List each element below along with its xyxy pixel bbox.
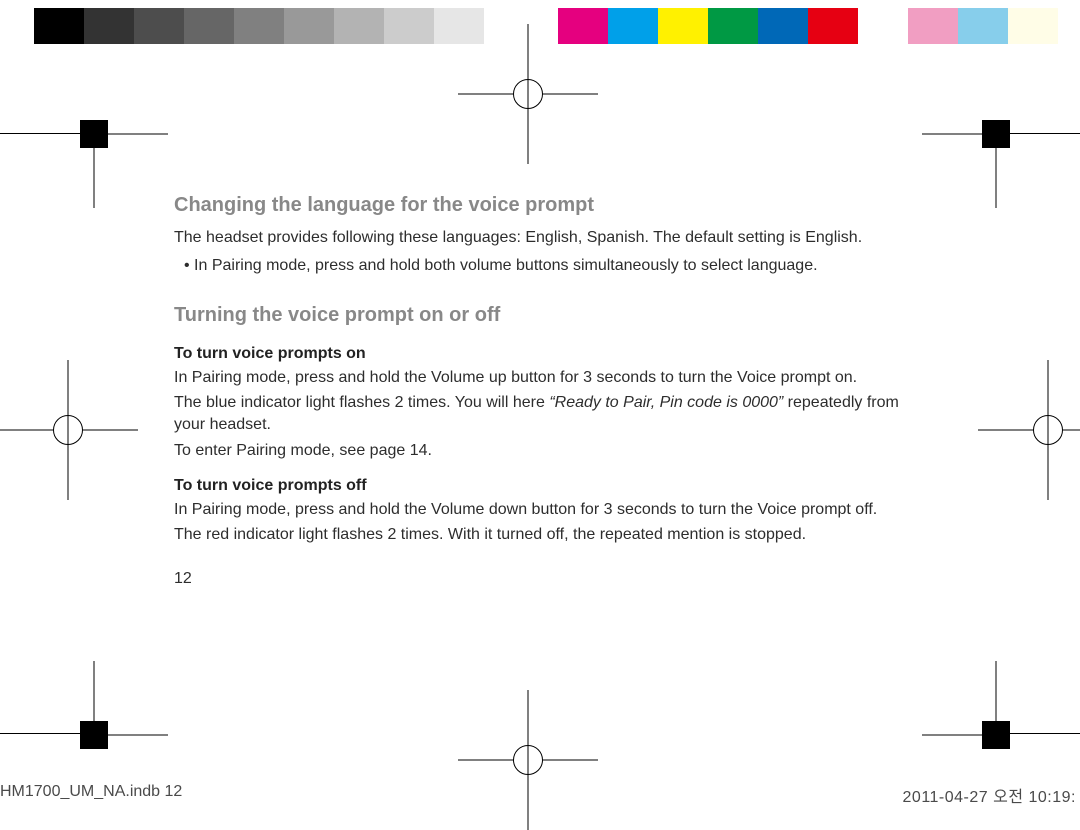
color-swatch [808,8,858,44]
crop-mark-icon [982,120,1010,148]
subheading-off: To turn voice prompts off [174,475,904,497]
color-swatch [134,8,184,44]
print-footer: HM1700_UM_NA.indb 12 2011-04-27 오전 10:19… [0,783,1076,807]
subheading-on: To turn voice prompts on [174,343,904,365]
heading-voice-prompt-toggle: Turning the voice prompt on or off [174,302,904,329]
body-text: The red indicator light flashes 2 times.… [174,524,904,546]
color-swatch [708,8,758,44]
color-swatch [184,8,234,44]
crop-line [0,733,84,734]
color-swatch [858,8,908,44]
crop-line [1006,733,1080,734]
bullet-list: In Pairing mode, press and hold both vol… [184,255,904,277]
crop-line [0,133,84,134]
footer-filename: HM1700_UM_NA.indb 12 [0,783,182,807]
color-swatch [34,8,84,44]
quoted-voice-prompt: “Ready to Pair, Pin code is 0000” [549,394,783,411]
body-text: The headset provides following these lan… [174,227,904,249]
crop-mark-icon [80,120,108,148]
color-swatch [558,8,608,44]
bullet-item: In Pairing mode, press and hold both vol… [184,255,904,277]
color-swatch [334,8,384,44]
color-swatch [1008,8,1058,44]
printer-color-bar [34,8,1058,44]
body-text: To enter Pairing mode, see page 14. [174,440,904,462]
page-number: 12 [174,568,904,590]
color-swatch [84,8,134,44]
registration-mark-icon [498,64,558,124]
color-swatch [384,8,434,44]
color-swatch [284,8,334,44]
color-swatch [658,8,708,44]
color-swatch [758,8,808,44]
registration-mark-icon [498,730,558,790]
color-swatch [608,8,658,44]
crop-mark-icon [80,721,108,749]
crop-mark-icon [982,721,1010,749]
heading-change-language: Changing the language for the voice prom… [174,192,904,219]
color-swatch [484,8,534,44]
color-swatch [958,8,1008,44]
color-swatch [234,8,284,44]
footer-timestamp: 2011-04-27 오전 10:19: [903,783,1076,807]
crop-line [1006,133,1080,134]
body-text: In Pairing mode, press and hold the Volu… [174,499,904,521]
document-page: Changing the language for the voice prom… [174,192,904,594]
color-swatch [434,8,484,44]
registration-mark-icon [38,400,98,460]
color-swatch [908,8,958,44]
body-text: The blue indicator light flashes 2 times… [174,392,904,435]
body-text: In Pairing mode, press and hold the Volu… [174,367,904,389]
registration-mark-icon [1018,400,1078,460]
